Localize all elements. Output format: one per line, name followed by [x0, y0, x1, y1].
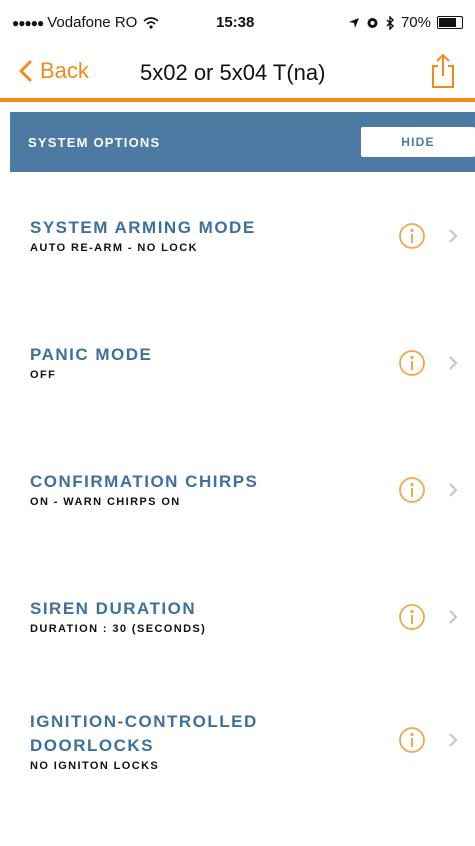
option-title: Panic Mode: [30, 345, 153, 364]
back-label: Back: [40, 58, 89, 83]
option-title: System Arming Mode: [30, 218, 256, 237]
option-value: Auto re-arm - no lock: [30, 242, 198, 254]
chevron-right-icon: [449, 610, 458, 624]
option-value: Off: [30, 369, 57, 381]
chevron-right-icon: [449, 229, 458, 243]
wifi-icon: [143, 16, 159, 29]
option-value: Duration : 30 (seconds): [30, 623, 207, 635]
system-options-header: System Options Hide: [10, 112, 475, 172]
option-title: Confirmation Chirps: [30, 472, 259, 491]
options-list: System Arming Mode Auto re-arm - no lock…: [0, 172, 475, 807]
signal-dots-icon: ●●●●●: [12, 15, 44, 30]
hide-button[interactable]: Hide: [361, 127, 475, 157]
share-button[interactable]: [429, 52, 457, 95]
info-icon[interactable]: [398, 726, 426, 754]
carrier: ●●●●● Vodafone RO: [12, 14, 159, 31]
option-title: Ignition-Controlled DoorLocks: [30, 712, 258, 755]
navigation-bar: Back 5x02 or 5x04 T(na): [0, 44, 475, 102]
bluetooth-icon: [386, 15, 394, 30]
option-confirmation-chirps[interactable]: Confirmation Chirps On - warn chirps on: [0, 426, 475, 553]
carrier-name: Vodafone RO: [47, 14, 138, 31]
status-right: 70%: [348, 14, 463, 31]
option-system-arming-mode[interactable]: System Arming Mode Auto re-arm - no lock: [0, 172, 475, 299]
location-arrow-icon: [348, 17, 359, 28]
status-bar: ●●●●● Vodafone RO 15:38 70%: [0, 0, 475, 44]
battery-percent: 70%: [400, 14, 431, 31]
option-siren-duration[interactable]: Siren Duration Duration : 30 (seconds): [0, 553, 475, 680]
info-icon[interactable]: [398, 222, 426, 250]
page-title: 5x02 or 5x04 T(na): [140, 60, 326, 85]
option-value: No igniton locks: [30, 760, 160, 772]
back-button[interactable]: Back: [18, 58, 89, 84]
info-icon[interactable]: [398, 476, 426, 504]
chevron-left-icon: [19, 60, 32, 82]
chevron-right-icon: [449, 356, 458, 370]
battery-icon: [437, 16, 463, 29]
option-title: Siren Duration: [30, 599, 197, 618]
option-value: On - warn chirps on: [30, 496, 181, 508]
option-ignition-controlled-doorlocks[interactable]: Ignition-Controlled DoorLocks No igniton…: [0, 680, 475, 807]
clock: 15:38: [216, 14, 255, 31]
info-icon[interactable]: [398, 603, 426, 631]
section-title: System Options: [28, 134, 161, 150]
info-icon[interactable]: [398, 349, 426, 377]
alarm-icon: [367, 18, 378, 28]
option-panic-mode[interactable]: Panic Mode Off: [0, 299, 475, 426]
chevron-right-icon: [449, 483, 458, 497]
share-icon: [432, 53, 454, 88]
chevron-right-icon: [449, 733, 458, 747]
